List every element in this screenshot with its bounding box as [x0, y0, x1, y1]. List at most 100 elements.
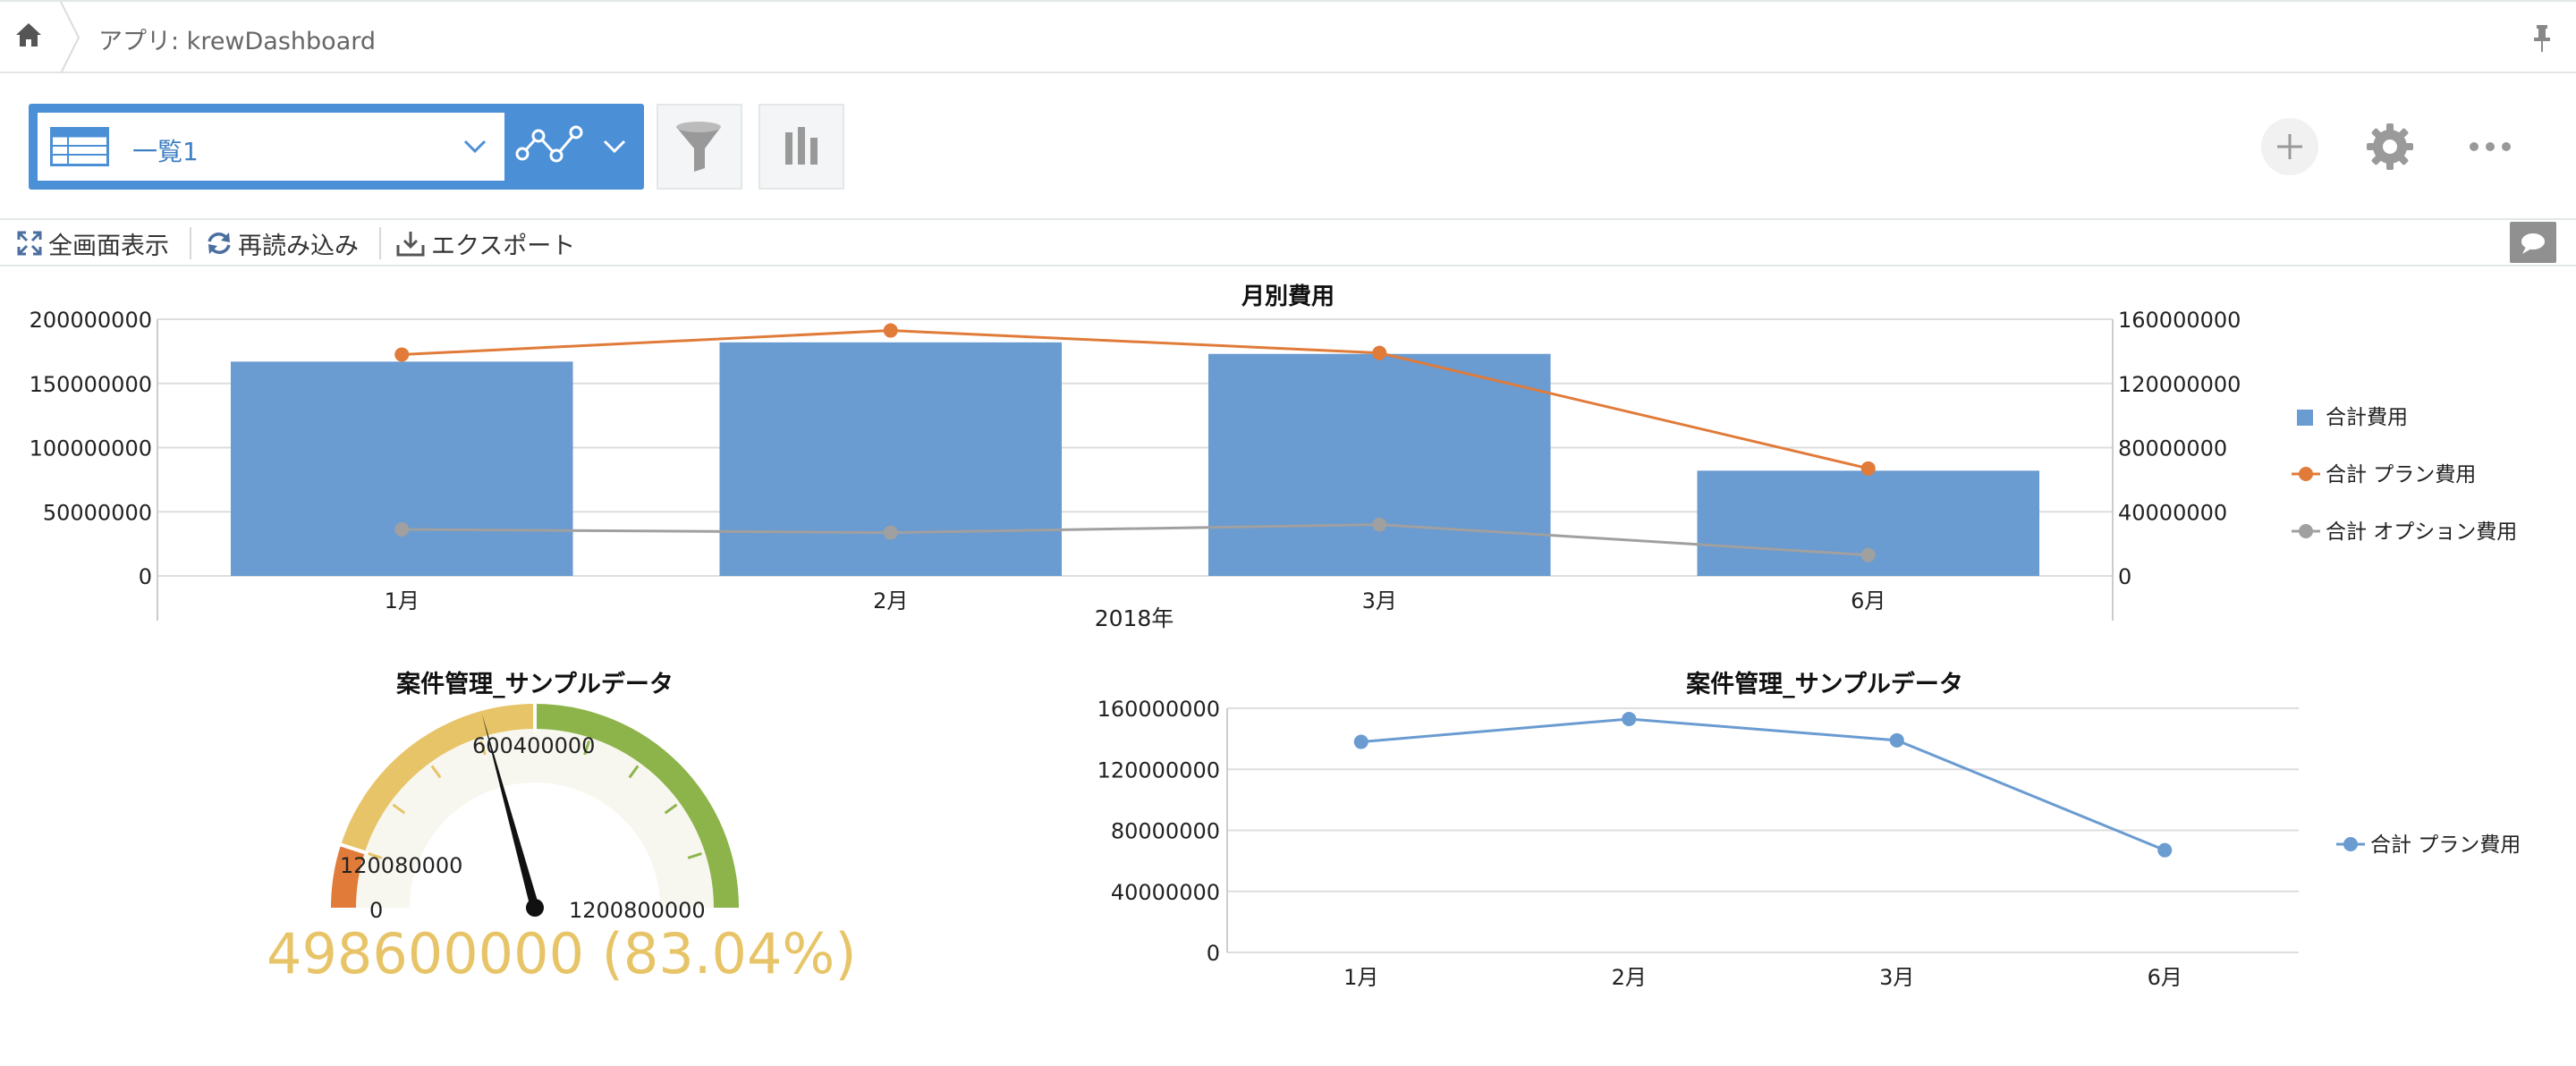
series-line: [402, 523, 1868, 557]
gauge-needle-hub: [526, 899, 544, 917]
more-icon: [2470, 142, 2511, 151]
action-bar: 全画面表示 再読み込み エクスポート: [0, 218, 2576, 266]
data-point: [1372, 517, 1387, 532]
chevron-down-icon: [463, 140, 487, 154]
gauge-chart: 案件管理_サンプルデータ 0 120080000 600400000 12008…: [331, 670, 739, 921]
export-label: エクスポート: [431, 232, 576, 260]
plan-cost-line-chart: 案件管理_サンプルデータ 0 40000000 80000000 120000000 1…: [1097, 670, 2521, 990]
legend-label-option: 合計 オプション費用: [2326, 520, 2517, 544]
y-tick-label: 120000000: [1097, 757, 1220, 783]
y-tick-label-right: 120000000: [2118, 372, 2241, 397]
app-title: アプリ: krewDashboard: [98, 28, 376, 55]
bar: [719, 342, 1063, 576]
breadcrumb-separator: [60, 2, 80, 73]
action-separator: [379, 227, 381, 259]
gauge-mid-label: 600400000: [472, 733, 595, 758]
reload-label: 再読み込み: [238, 232, 359, 260]
y-tick-label-left: 0: [139, 564, 152, 589]
filter-icon: [676, 122, 721, 172]
x-axis-title: 2018年: [1095, 605, 1174, 631]
graph-button[interactable]: [758, 104, 844, 190]
y-tick-label-right: 80000000: [2118, 436, 2227, 461]
gauge-tick-label: 120080000: [340, 853, 462, 878]
legend-label-plan: 合計 プラン費用: [2370, 833, 2521, 857]
data-point: [1372, 345, 1387, 360]
fullscreen-icon: [17, 231, 42, 256]
gauge-min-label: 0: [369, 898, 383, 921]
legend-label-total: 合計費用: [2326, 406, 2408, 429]
bar: [1208, 353, 1551, 576]
chart-title: 月別費用: [1241, 283, 1335, 310]
legend-swatch-total: [2297, 410, 2313, 426]
x-tick-label: 1月: [1343, 965, 1378, 990]
pin-icon: [2534, 25, 2550, 52]
data-point: [1860, 461, 1876, 476]
pin-button[interactable]: [2524, 20, 2560, 55]
gauge-max-label: 1200800000: [569, 898, 706, 921]
y-tick-label-left: 150000000: [30, 372, 152, 397]
chart-type-toggle[interactable]: [512, 113, 637, 181]
comment-button[interactable]: [2510, 222, 2556, 263]
legend: 合計 プラン費用: [2336, 833, 2521, 857]
x-tick-label: 2月: [1612, 965, 1647, 990]
table-icon: [50, 127, 109, 166]
data-point: [1889, 732, 1904, 748]
plus-icon: [2277, 134, 2302, 159]
data-point: [883, 525, 898, 540]
y-tick-label: 80000000: [1111, 819, 1220, 844]
x-tick-label: 3月: [1879, 965, 1914, 990]
legend: 合計費用 合計 プラン費用 合計 オプション費用: [2292, 406, 2517, 544]
legend-marker-plan: [2343, 837, 2358, 851]
y-tick-label: 0: [1207, 941, 1220, 966]
data-point: [1353, 734, 1368, 749]
comment-icon: [2521, 233, 2545, 254]
y-tick-label-left: 100000000: [30, 436, 152, 461]
export-button[interactable]: エクスポート: [395, 227, 576, 260]
fullscreen-button[interactable]: 全画面表示: [16, 227, 169, 260]
data-point: [394, 521, 410, 537]
reload-button[interactable]: 再読み込み: [206, 227, 359, 260]
home-button[interactable]: [0, 2, 61, 73]
view-selector-bar: 一覧1: [29, 104, 644, 190]
y-tick-label-left: 200000000: [30, 308, 152, 333]
y-tick-label-right: 40000000: [2118, 500, 2227, 525]
x-tick-label: 2月: [873, 588, 908, 613]
y-tick-label-right: 160000000: [2118, 308, 2241, 333]
y-tick-label: 40000000: [1111, 880, 1220, 905]
data-point: [394, 347, 410, 362]
legend-label-plan: 合計 プラン費用: [2326, 463, 2476, 486]
more-options-button[interactable]: [2462, 118, 2519, 175]
download-icon: [396, 232, 425, 257]
chevron-down-icon: [603, 140, 626, 154]
legend-marker-option: [2299, 524, 2313, 538]
monthly-cost-chart: 月別費用 0 50000000 100000000 150000000 20000000…: [30, 283, 2518, 631]
legend-marker-plan: [2299, 467, 2313, 481]
add-record-button[interactable]: [2261, 118, 2318, 175]
y-tick-label: 160000000: [1097, 697, 1220, 722]
x-tick-label: 6月: [1851, 588, 1885, 613]
data-point: [1622, 711, 1637, 726]
filter-button[interactable]: [657, 104, 742, 190]
home-icon: [16, 23, 41, 47]
gauge-title: 案件管理_サンプルデータ: [395, 670, 674, 698]
bar-chart-icon: [785, 127, 818, 165]
settings-button[interactable]: [2361, 118, 2419, 175]
y-tick-label-left: 50000000: [43, 500, 152, 525]
top-header: アプリ: krewDashboard: [0, 0, 2576, 73]
gear-icon: [2367, 123, 2413, 170]
gauge-value: 498600000 (83.04%): [267, 921, 857, 986]
view-select[interactable]: 一覧1: [38, 113, 504, 181]
fullscreen-label: 全画面表示: [48, 232, 169, 260]
x-tick-label: 6月: [2148, 965, 2182, 990]
line-chart-title: 案件管理_サンプルデータ: [1685, 670, 1963, 698]
x-tick-label: 3月: [1362, 588, 1397, 613]
bar: [230, 361, 573, 576]
view-name: 一覧1: [132, 137, 199, 166]
action-separator: [190, 227, 191, 259]
chart-toggle-graphic: [515, 125, 626, 163]
data-point: [883, 323, 898, 338]
data-point: [2157, 842, 2173, 858]
data-point: [1860, 547, 1876, 563]
y-tick-label-right: 0: [2118, 564, 2131, 589]
reload-icon: [208, 233, 231, 254]
